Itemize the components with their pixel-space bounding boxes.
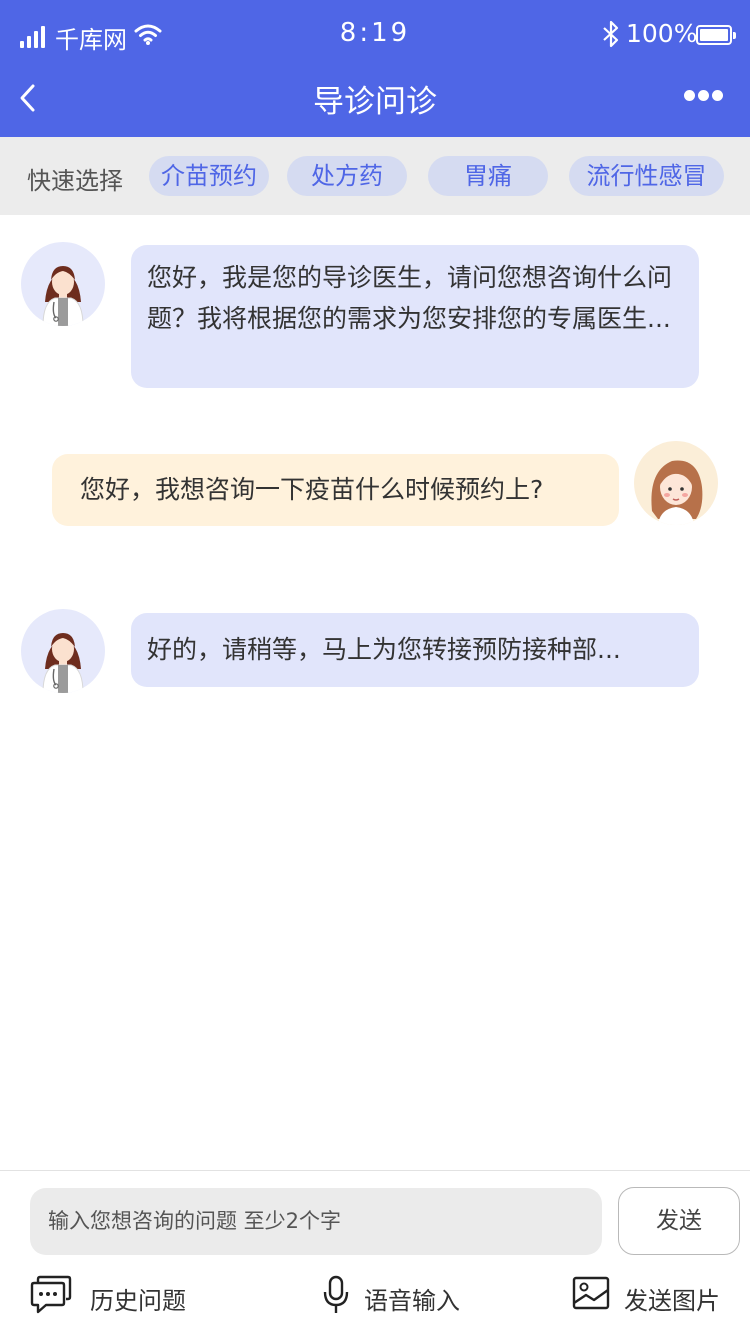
send-image-label: 发送图片: [624, 1287, 720, 1315]
doctor-avatar: [21, 242, 105, 326]
message-user-question: 您好，我想咨询一下疫苗什么时候预约上?: [52, 454, 619, 526]
user-avatar: [634, 441, 718, 525]
nav-bar: 导诊问诊: [0, 70, 750, 137]
question-input[interactable]: 输入您想咨询的问题 至少2个字: [30, 1188, 602, 1255]
chip-prescription[interactable]: 处方药: [287, 156, 407, 196]
voice-input-button[interactable]: 语音输入: [322, 1271, 472, 1319]
bottom-bar: 输入您想咨询的问题 至少2个字 发送 历史问题 语音输入 发送图片: [0, 1170, 750, 1334]
history-label: 历史问题: [90, 1287, 186, 1315]
doctor-avatar: [21, 609, 105, 693]
battery-percent: 100%: [626, 19, 698, 48]
quick-select-label: 快速选择: [27, 167, 123, 195]
chip-stomach-ache[interactable]: 胃痛: [428, 156, 548, 196]
chip-influenza[interactable]: 流行性感冒: [569, 156, 724, 196]
bluetooth-icon: [603, 20, 619, 48]
send-image-button[interactable]: 发送图片: [572, 1271, 732, 1319]
chip-vaccine-appointment[interactable]: 介苗预约: [149, 156, 269, 196]
message-doctor-transfer: 好的，请稍等，马上为您转接预防接种部...: [131, 613, 699, 687]
more-dots-icon[interactable]: [680, 86, 724, 106]
status-bar: 千库网 8:19 100%: [0, 0, 750, 70]
battery-icon: [696, 25, 736, 45]
microphone-icon: [323, 1275, 349, 1313]
page-title: 导诊问诊: [313, 84, 437, 120]
send-button[interactable]: 发送: [618, 1187, 740, 1255]
app-header: 千库网 8:19 100% 导诊问诊: [0, 0, 750, 137]
history-button[interactable]: 历史问题: [30, 1271, 200, 1319]
chat-bubbles-icon: [30, 1275, 72, 1314]
quick-select-bar: 快速选择 介苗预约 处方药 胃痛 流行性感冒: [0, 137, 750, 215]
image-icon: [572, 1276, 610, 1310]
message-doctor-greeting: 您好，我是您的导诊医生，请问您想咨询什么问题？我将根据您的需求为您安排您的专属医…: [131, 245, 699, 388]
voice-input-label: 语音输入: [364, 1287, 460, 1315]
